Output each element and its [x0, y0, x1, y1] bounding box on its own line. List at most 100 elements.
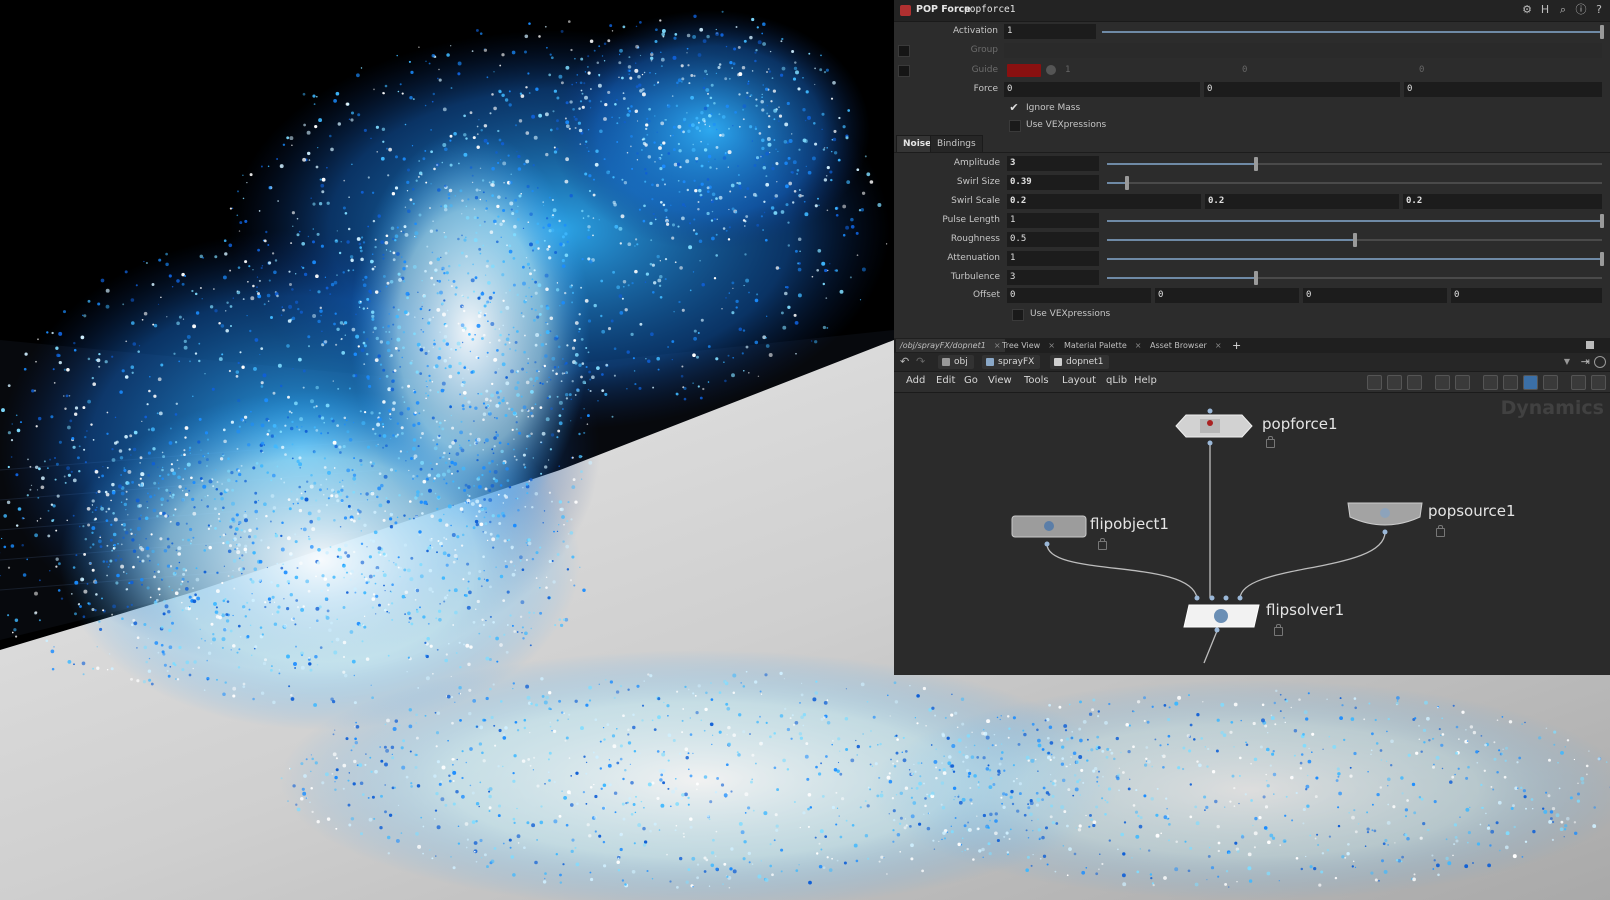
path-crumb-obj-label: obj: [954, 357, 968, 367]
node-flipobject1[interactable]: [1011, 515, 1087, 538]
wrench-icon[interactable]: [1367, 375, 1382, 390]
offset-field-x[interactable]: 0: [1007, 288, 1151, 303]
note-icon[interactable]: [1407, 375, 1422, 390]
menu-layout[interactable]: Layout: [1062, 375, 1096, 386]
network-canvas[interactable]: Dynamics popforce1 flipobject1 popsource…: [894, 393, 1610, 675]
force-field-z[interactable]: 0: [1404, 82, 1602, 97]
frame-icon[interactable]: [1591, 375, 1606, 390]
activation-row: Activation 1: [894, 23, 1610, 40]
pulse-length-slider-handle[interactable]: [1600, 214, 1604, 228]
pin-icon[interactable]: ⇥: [1581, 355, 1590, 368]
turbulence-slider[interactable]: [1107, 271, 1602, 285]
pane-tab-network-label: /obj/sprayFX/dopnet1: [900, 341, 986, 350]
node-flipsolver1[interactable]: [1183, 604, 1260, 628]
zoom-icon[interactable]: [1571, 375, 1586, 390]
forward-arrow-icon[interactable]: ↷: [916, 355, 925, 368]
pane-tab-tree-view[interactable]: Tree View ×: [998, 339, 1059, 352]
path-crumb-sprayfx[interactable]: sprayFX: [982, 355, 1041, 369]
node-popforce1[interactable]: [1175, 414, 1253, 438]
node-popsource1[interactable]: [1347, 502, 1423, 526]
pulse-length-field[interactable]: 1: [1007, 213, 1099, 228]
noise-use-vex-label: Use VEXpressions: [1030, 309, 1111, 319]
maximize-pane-icon[interactable]: [1586, 341, 1594, 349]
color-picker-icon[interactable]: [1046, 65, 1056, 75]
help-h-icon[interactable]: H: [1538, 3, 1552, 17]
close-icon[interactable]: ×: [1048, 341, 1055, 350]
noise-use-vex-checkbox[interactable]: [1012, 309, 1024, 321]
lock-icon[interactable]: [1266, 436, 1275, 448]
roughness-field[interactable]: 0.5: [1007, 232, 1099, 247]
amplitude-slider[interactable]: [1107, 157, 1602, 171]
list-view-icon[interactable]: [1435, 375, 1450, 390]
menu-help[interactable]: Help: [1134, 375, 1157, 386]
guide-color-swatch[interactable]: [1007, 64, 1041, 77]
guide-field-a[interactable]: 0: [1416, 63, 1602, 78]
swirl-size-slider[interactable]: [1107, 176, 1602, 190]
force-field-x[interactable]: 0: [1004, 82, 1200, 97]
menu-tools[interactable]: Tools: [1024, 375, 1049, 386]
offset-field-y[interactable]: 0: [1155, 288, 1299, 303]
amplitude-slider-handle[interactable]: [1253, 157, 1258, 171]
grid-view-icon[interactable]: [1455, 375, 1470, 390]
back-arrow-icon[interactable]: ↶: [900, 355, 909, 368]
amplitude-field[interactable]: 3: [1007, 156, 1099, 171]
swirl-scale-field-z[interactable]: 0.2: [1403, 194, 1602, 209]
attenuation-slider-handle[interactable]: [1600, 252, 1604, 266]
swirl-scale-field-y[interactable]: 0.2: [1205, 194, 1399, 209]
swirl-scale-field-x[interactable]: 0.2: [1007, 194, 1201, 209]
display-flag-icon[interactable]: [1523, 375, 1538, 390]
gear-icon[interactable]: ⚙: [1520, 3, 1534, 17]
guide-field-b[interactable]: 0: [1239, 63, 1409, 78]
add-tab-icon[interactable]: +: [1228, 339, 1245, 352]
lock-icon[interactable]: [1098, 538, 1107, 550]
offset-field-z[interactable]: 0: [1303, 288, 1447, 303]
menu-lines-icon[interactable]: [1543, 375, 1558, 390]
menu-qlib[interactable]: qLib: [1106, 375, 1127, 386]
swirl-size-slider-handle[interactable]: [1124, 176, 1129, 190]
roughness-slider[interactable]: [1107, 233, 1602, 247]
lock-icon[interactable]: [1436, 525, 1445, 537]
force-field-y[interactable]: 0: [1204, 82, 1400, 97]
close-icon[interactable]: ×: [1135, 341, 1142, 350]
search-icon[interactable]: ⌕: [1556, 3, 1570, 17]
group-field[interactable]: [1004, 43, 1602, 58]
swirl-size-field[interactable]: 0.39: [1007, 175, 1099, 190]
menu-edit[interactable]: Edit: [936, 375, 955, 386]
turbulence-field[interactable]: 3: [1007, 270, 1099, 285]
tree-icon[interactable]: [1387, 375, 1402, 390]
pane-tab-network[interactable]: /obj/sprayFX/dopnet1 ×: [896, 339, 1005, 352]
attenuation-slider[interactable]: [1107, 252, 1604, 266]
snap-icon[interactable]: [1503, 375, 1518, 390]
parameter-panel: POP Force popforce1 ⚙ H ⌕ ⓘ ? Activation…: [894, 0, 1610, 338]
attenuation-field[interactable]: 1: [1007, 251, 1099, 266]
link-icon[interactable]: [1594, 356, 1606, 368]
turbulence-slider-handle[interactable]: [1253, 271, 1258, 285]
activation-slider[interactable]: [1102, 25, 1604, 39]
guide-field-g[interactable]: 1: [1062, 63, 1232, 78]
amplitude-label: Amplitude: [953, 158, 1000, 168]
lock-icon[interactable]: [1274, 624, 1283, 636]
roughness-slider-handle[interactable]: [1352, 233, 1357, 247]
guide-label: Guide: [971, 65, 998, 75]
offset-field-w[interactable]: 0: [1451, 288, 1602, 303]
activation-field[interactable]: 1: [1004, 24, 1096, 39]
tab-bindings[interactable]: Bindings: [930, 135, 983, 152]
network-menubar: Add Edit Go View Tools Layout qLib Help: [894, 372, 1610, 393]
info-icon[interactable]: ⓘ: [1574, 3, 1588, 17]
help-icon[interactable]: ?: [1592, 3, 1606, 17]
path-crumb-obj[interactable]: obj: [938, 355, 974, 369]
path-crumb-dopnet[interactable]: dopnet1: [1050, 355, 1110, 369]
pane-tab-material-palette[interactable]: Material Palette ×: [1060, 339, 1145, 352]
activation-slider-handle[interactable]: [1600, 25, 1604, 39]
close-icon[interactable]: ×: [1215, 341, 1222, 350]
pane-tab-asset-browser[interactable]: Asset Browser ×: [1146, 339, 1226, 352]
ignore-mass-checkbox[interactable]: ✔: [1009, 102, 1019, 113]
menu-view[interactable]: View: [988, 375, 1012, 386]
pulse-length-slider[interactable]: [1107, 214, 1604, 228]
menu-add[interactable]: Add: [906, 375, 925, 386]
layout-icon[interactable]: [1483, 375, 1498, 390]
operator-name[interactable]: popforce1: [964, 4, 1015, 15]
chevron-down-icon[interactable]: ▼: [1564, 357, 1570, 366]
menu-go[interactable]: Go: [964, 375, 978, 386]
use-vex-checkbox[interactable]: [1009, 120, 1021, 132]
